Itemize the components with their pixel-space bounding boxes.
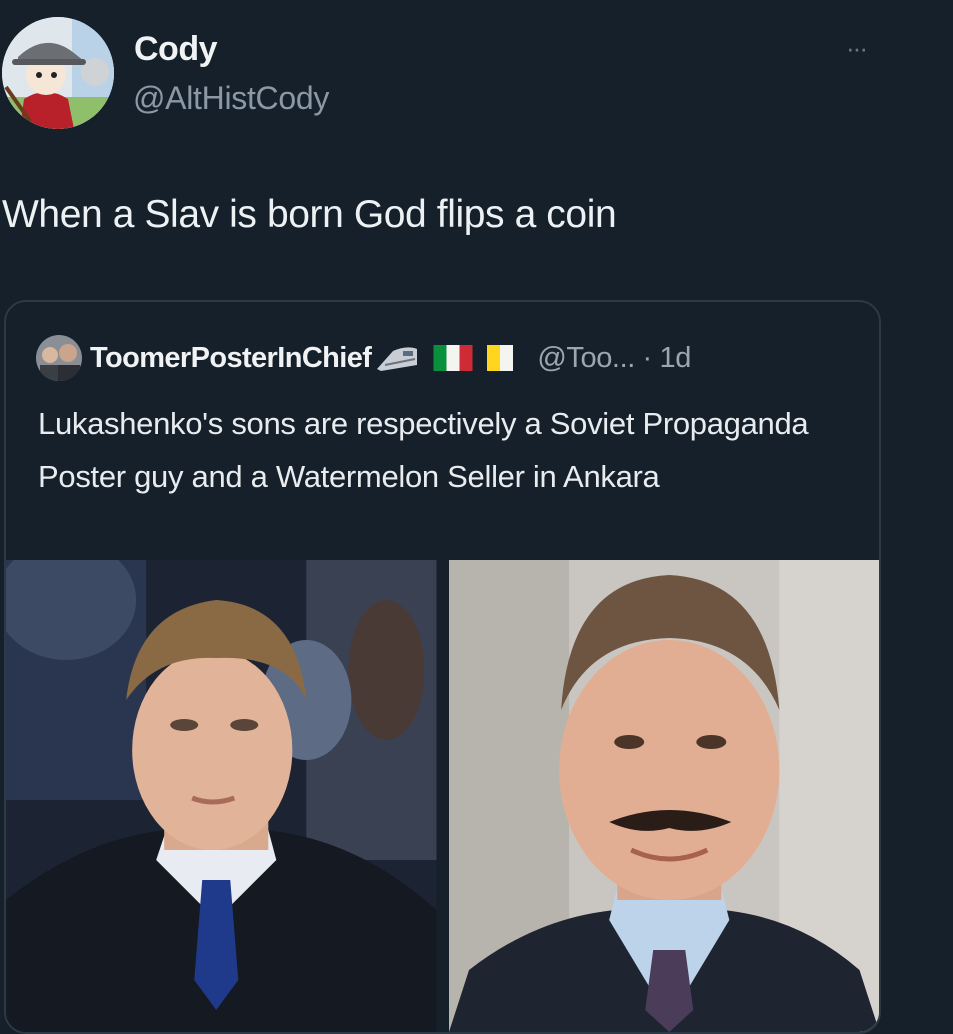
profile-badges <box>375 343 527 373</box>
train-icon <box>375 343 419 373</box>
quoted-author-name[interactable]: ToomerPosterInChief <box>90 342 372 375</box>
cartoon-avatar-icon <box>2 17 114 129</box>
quoted-tweet-text: Lukashenko's sons are respectively a Sov… <box>38 406 809 494</box>
author-handle[interactable]: @AltHistCody <box>133 80 329 117</box>
media-grid <box>6 560 879 1032</box>
tweet: Cody @AltHistCody ··· When a Slav is bor… <box>0 0 953 1034</box>
author-avatar[interactable] <box>2 17 114 129</box>
more-options-icon: ··· <box>846 33 868 63</box>
young-man-photo[interactable] <box>6 560 437 1032</box>
italy-flag-icon <box>433 345 473 371</box>
author-name[interactable]: Cody <box>134 30 218 69</box>
tweet-text: When a Slav is born God flips a coin <box>2 193 617 236</box>
mustached-man-photo[interactable] <box>448 560 879 1032</box>
vatican-flag-icon <box>487 345 514 371</box>
group-photo-avatar-icon <box>36 335 82 381</box>
quoted-tweet-header: ToomerPosterInChief @Too... · 1d <box>36 335 691 381</box>
more-options-button[interactable]: ··· <box>836 33 876 63</box>
quoted-tweet[interactable]: ToomerPosterInChief @Too... · 1d Lukashe… <box>4 300 881 1034</box>
quoted-handle-time: @Too... · 1d <box>537 341 691 374</box>
quoted-author-avatar[interactable] <box>36 335 82 381</box>
